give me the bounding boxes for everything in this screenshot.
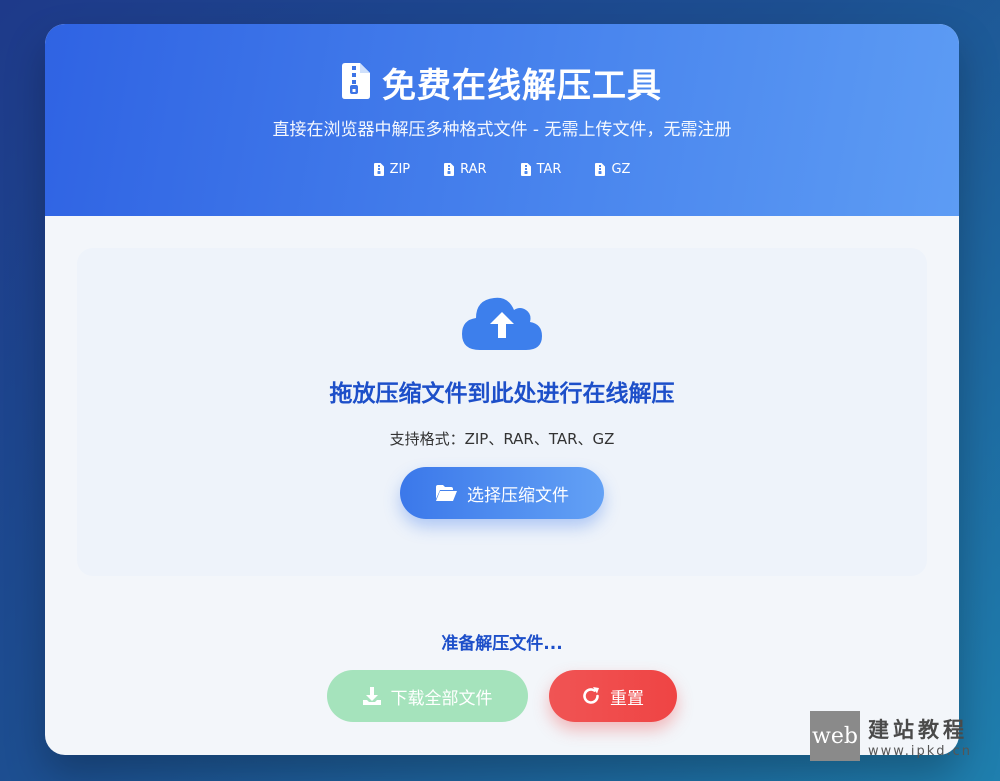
- watermark-text: 建站教程 www.ipkd.cn: [868, 714, 972, 759]
- file-icon: [520, 163, 531, 176]
- reset-button[interactable]: 重置: [549, 670, 677, 722]
- select-file-button[interactable]: 选择压缩文件: [400, 467, 604, 519]
- drop-zone-title: 拖放压缩文件到此处进行在线解压: [329, 381, 675, 407]
- file-icon: [595, 163, 606, 176]
- download-icon: [362, 687, 381, 705]
- header: 免费在线解压工具 直接在浏览器中解压多种格式文件 - 无需上传文件，无需注册 Z…: [45, 24, 959, 216]
- format-label: GZ: [611, 162, 631, 177]
- download-all-button[interactable]: 下载全部文件: [327, 670, 528, 722]
- page-title: 免费在线解压工具: [382, 66, 662, 106]
- drop-zone[interactable]: 拖放压缩文件到此处进行在线解压 支持格式：ZIP、RAR、TAR、GZ 选择压缩…: [77, 248, 927, 576]
- format-label: RAR: [460, 162, 487, 177]
- format-badge-zip: ZIP: [373, 162, 411, 177]
- format-badge-rar: RAR: [444, 162, 487, 177]
- format-label: ZIP: [389, 162, 411, 177]
- select-file-label: 选择压缩文件: [467, 485, 569, 506]
- format-badge-tar: TAR: [520, 162, 562, 177]
- site-watermark: web 建站教程 www.ipkd.cn: [810, 711, 972, 761]
- format-badge-gz: GZ: [595, 162, 630, 177]
- redo-icon: [583, 687, 599, 704]
- reset-label: 重置: [610, 688, 644, 709]
- main-card: 免费在线解压工具 直接在浏览器中解压多种格式文件 - 无需上传文件，无需注册 Z…: [45, 24, 959, 755]
- cloud-upload-icon: [462, 294, 542, 354]
- watermark-url: www.ipkd.cn: [868, 743, 972, 759]
- format-label: TAR: [536, 162, 562, 177]
- download-all-label: 下载全部文件: [390, 688, 493, 709]
- watermark-logo: web: [810, 711, 860, 761]
- status-text: 准备解压文件...: [441, 634, 563, 654]
- file-icon: [373, 163, 384, 176]
- page-subtitle: 直接在浏览器中解压多种格式文件 - 无需上传文件，无需注册: [272, 120, 732, 140]
- file-archive-icon: [342, 62, 370, 103]
- title-row: 免费在线解压工具: [45, 58, 959, 107]
- folder-open-icon: [436, 485, 457, 501]
- supported-formats-text: 支持格式：ZIP、RAR、TAR、GZ: [389, 430, 615, 448]
- watermark-site-name: 建站教程: [868, 717, 968, 742]
- file-icon: [444, 163, 455, 176]
- format-badges: ZIP RAR TAR GZ: [45, 162, 959, 177]
